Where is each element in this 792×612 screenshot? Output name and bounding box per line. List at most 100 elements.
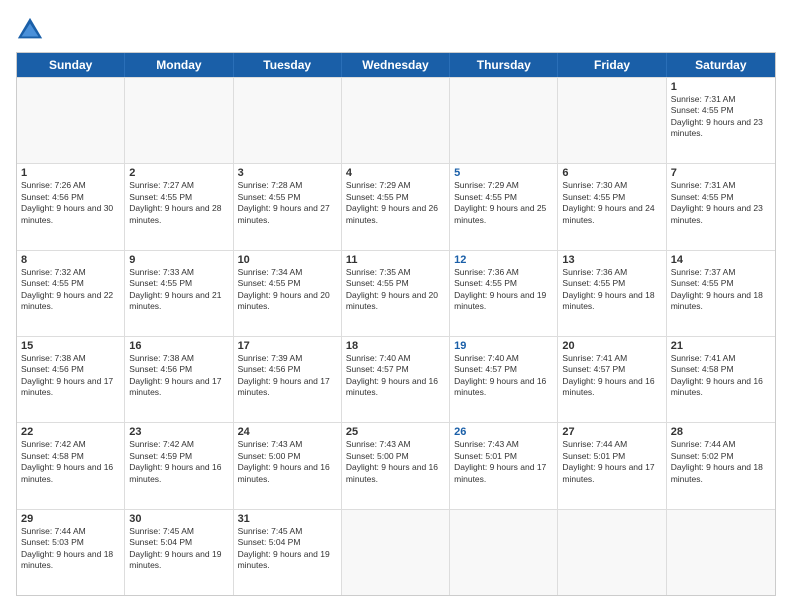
cell-info: Sunrise: 7:45 AMSunset: 5:04 PMDaylight:… (238, 526, 337, 572)
calendar-cell: 13Sunrise: 7:36 AMSunset: 4:55 PMDayligh… (558, 251, 666, 336)
calendar-cell: 22Sunrise: 7:42 AMSunset: 4:58 PMDayligh… (17, 423, 125, 508)
header-day-sunday: Sunday (17, 53, 125, 77)
cell-info: Sunrise: 7:43 AMSunset: 5:00 PMDaylight:… (238, 439, 337, 485)
day-number: 18 (346, 340, 445, 352)
day-number: 31 (238, 513, 337, 525)
cell-info: Sunrise: 7:32 AMSunset: 4:55 PMDaylight:… (21, 267, 120, 313)
day-number: 10 (238, 254, 337, 266)
calendar-cell (558, 510, 666, 595)
calendar-cell: 28Sunrise: 7:44 AMSunset: 5:02 PMDayligh… (667, 423, 775, 508)
cell-info: Sunrise: 7:40 AMSunset: 4:57 PMDaylight:… (346, 353, 445, 399)
cell-info: Sunrise: 7:36 AMSunset: 4:55 PMDaylight:… (454, 267, 553, 313)
calendar-cell (450, 78, 558, 163)
calendar-header: SundayMondayTuesdayWednesdayThursdayFrid… (17, 53, 775, 77)
day-number: 11 (346, 254, 445, 266)
day-number: 17 (238, 340, 337, 352)
cell-info: Sunrise: 7:45 AMSunset: 5:04 PMDaylight:… (129, 526, 228, 572)
day-number: 14 (671, 254, 771, 266)
cell-info: Sunrise: 7:44 AMSunset: 5:03 PMDaylight:… (21, 526, 120, 572)
cell-info: Sunrise: 7:33 AMSunset: 4:55 PMDaylight:… (129, 267, 228, 313)
cell-info: Sunrise: 7:38 AMSunset: 4:56 PMDaylight:… (129, 353, 228, 399)
calendar-cell: 19Sunrise: 7:40 AMSunset: 4:57 PMDayligh… (450, 337, 558, 422)
cell-info: Sunrise: 7:31 AMSunset: 4:55 PMDaylight:… (671, 94, 771, 140)
cell-info: Sunrise: 7:37 AMSunset: 4:55 PMDaylight:… (671, 267, 771, 313)
calendar-cell (450, 510, 558, 595)
cell-info: Sunrise: 7:30 AMSunset: 4:55 PMDaylight:… (562, 180, 661, 226)
header-day-monday: Monday (125, 53, 233, 77)
day-number: 19 (454, 340, 553, 352)
cell-info: Sunrise: 7:31 AMSunset: 4:55 PMDaylight:… (671, 180, 771, 226)
day-number: 30 (129, 513, 228, 525)
day-number: 22 (21, 426, 120, 438)
header-day-saturday: Saturday (667, 53, 775, 77)
calendar-cell: 1Sunrise: 7:31 AMSunset: 4:55 PMDaylight… (667, 78, 775, 163)
logo-icon (16, 16, 44, 44)
calendar-body: 1Sunrise: 7:31 AMSunset: 4:55 PMDaylight… (17, 77, 775, 595)
calendar-cell: 11Sunrise: 7:35 AMSunset: 4:55 PMDayligh… (342, 251, 450, 336)
page: SundayMondayTuesdayWednesdayThursdayFrid… (0, 0, 792, 612)
calendar-cell: 31Sunrise: 7:45 AMSunset: 5:04 PMDayligh… (234, 510, 342, 595)
header-day-tuesday: Tuesday (234, 53, 342, 77)
calendar-cell: 27Sunrise: 7:44 AMSunset: 5:01 PMDayligh… (558, 423, 666, 508)
day-number: 24 (238, 426, 337, 438)
calendar-cell: 5Sunrise: 7:29 AMSunset: 4:55 PMDaylight… (450, 164, 558, 249)
calendar-cell: 29Sunrise: 7:44 AMSunset: 5:03 PMDayligh… (17, 510, 125, 595)
day-number: 12 (454, 254, 553, 266)
day-number: 2 (129, 167, 228, 179)
cell-info: Sunrise: 7:42 AMSunset: 4:58 PMDaylight:… (21, 439, 120, 485)
cell-info: Sunrise: 7:36 AMSunset: 4:55 PMDaylight:… (562, 267, 661, 313)
header (16, 16, 776, 44)
day-number: 5 (454, 167, 553, 179)
calendar-cell: 7Sunrise: 7:31 AMSunset: 4:55 PMDaylight… (667, 164, 775, 249)
day-number: 29 (21, 513, 120, 525)
day-number: 26 (454, 426, 553, 438)
cell-info: Sunrise: 7:38 AMSunset: 4:56 PMDaylight:… (21, 353, 120, 399)
logo (16, 16, 46, 44)
calendar-cell: 20Sunrise: 7:41 AMSunset: 4:57 PMDayligh… (558, 337, 666, 422)
calendar-cell: 9Sunrise: 7:33 AMSunset: 4:55 PMDaylight… (125, 251, 233, 336)
calendar-cell: 1Sunrise: 7:26 AMSunset: 4:56 PMDaylight… (17, 164, 125, 249)
cell-info: Sunrise: 7:43 AMSunset: 5:01 PMDaylight:… (454, 439, 553, 485)
day-number: 16 (129, 340, 228, 352)
calendar-cell (342, 78, 450, 163)
calendar-week-0: 1Sunrise: 7:31 AMSunset: 4:55 PMDaylight… (17, 77, 775, 163)
calendar-cell (125, 78, 233, 163)
cell-info: Sunrise: 7:43 AMSunset: 5:00 PMDaylight:… (346, 439, 445, 485)
cell-info: Sunrise: 7:27 AMSunset: 4:55 PMDaylight:… (129, 180, 228, 226)
calendar-week-2: 8Sunrise: 7:32 AMSunset: 4:55 PMDaylight… (17, 250, 775, 336)
calendar-cell: 10Sunrise: 7:34 AMSunset: 4:55 PMDayligh… (234, 251, 342, 336)
day-number: 1 (671, 81, 771, 93)
cell-info: Sunrise: 7:41 AMSunset: 4:57 PMDaylight:… (562, 353, 661, 399)
cell-info: Sunrise: 7:41 AMSunset: 4:58 PMDaylight:… (671, 353, 771, 399)
calendar-cell: 3Sunrise: 7:28 AMSunset: 4:55 PMDaylight… (234, 164, 342, 249)
calendar-cell: 23Sunrise: 7:42 AMSunset: 4:59 PMDayligh… (125, 423, 233, 508)
day-number: 7 (671, 167, 771, 179)
day-number: 28 (671, 426, 771, 438)
calendar-cell: 2Sunrise: 7:27 AMSunset: 4:55 PMDaylight… (125, 164, 233, 249)
calendar-week-1: 1Sunrise: 7:26 AMSunset: 4:56 PMDaylight… (17, 163, 775, 249)
day-number: 3 (238, 167, 337, 179)
calendar-cell: 15Sunrise: 7:38 AMSunset: 4:56 PMDayligh… (17, 337, 125, 422)
cell-info: Sunrise: 7:26 AMSunset: 4:56 PMDaylight:… (21, 180, 120, 226)
calendar-cell: 18Sunrise: 7:40 AMSunset: 4:57 PMDayligh… (342, 337, 450, 422)
calendar-cell: 21Sunrise: 7:41 AMSunset: 4:58 PMDayligh… (667, 337, 775, 422)
calendar-cell (342, 510, 450, 595)
cell-info: Sunrise: 7:29 AMSunset: 4:55 PMDaylight:… (454, 180, 553, 226)
day-number: 15 (21, 340, 120, 352)
calendar-cell: 14Sunrise: 7:37 AMSunset: 4:55 PMDayligh… (667, 251, 775, 336)
cell-info: Sunrise: 7:44 AMSunset: 5:02 PMDaylight:… (671, 439, 771, 485)
cell-info: Sunrise: 7:29 AMSunset: 4:55 PMDaylight:… (346, 180, 445, 226)
calendar-cell: 17Sunrise: 7:39 AMSunset: 4:56 PMDayligh… (234, 337, 342, 422)
header-day-friday: Friday (558, 53, 666, 77)
calendar-cell (17, 78, 125, 163)
calendar-cell: 25Sunrise: 7:43 AMSunset: 5:00 PMDayligh… (342, 423, 450, 508)
day-number: 27 (562, 426, 661, 438)
header-day-thursday: Thursday (450, 53, 558, 77)
day-number: 25 (346, 426, 445, 438)
calendar-week-4: 22Sunrise: 7:42 AMSunset: 4:58 PMDayligh… (17, 422, 775, 508)
calendar-cell (558, 78, 666, 163)
calendar-week-3: 15Sunrise: 7:38 AMSunset: 4:56 PMDayligh… (17, 336, 775, 422)
cell-info: Sunrise: 7:42 AMSunset: 4:59 PMDaylight:… (129, 439, 228, 485)
day-number: 6 (562, 167, 661, 179)
calendar-week-5: 29Sunrise: 7:44 AMSunset: 5:03 PMDayligh… (17, 509, 775, 595)
